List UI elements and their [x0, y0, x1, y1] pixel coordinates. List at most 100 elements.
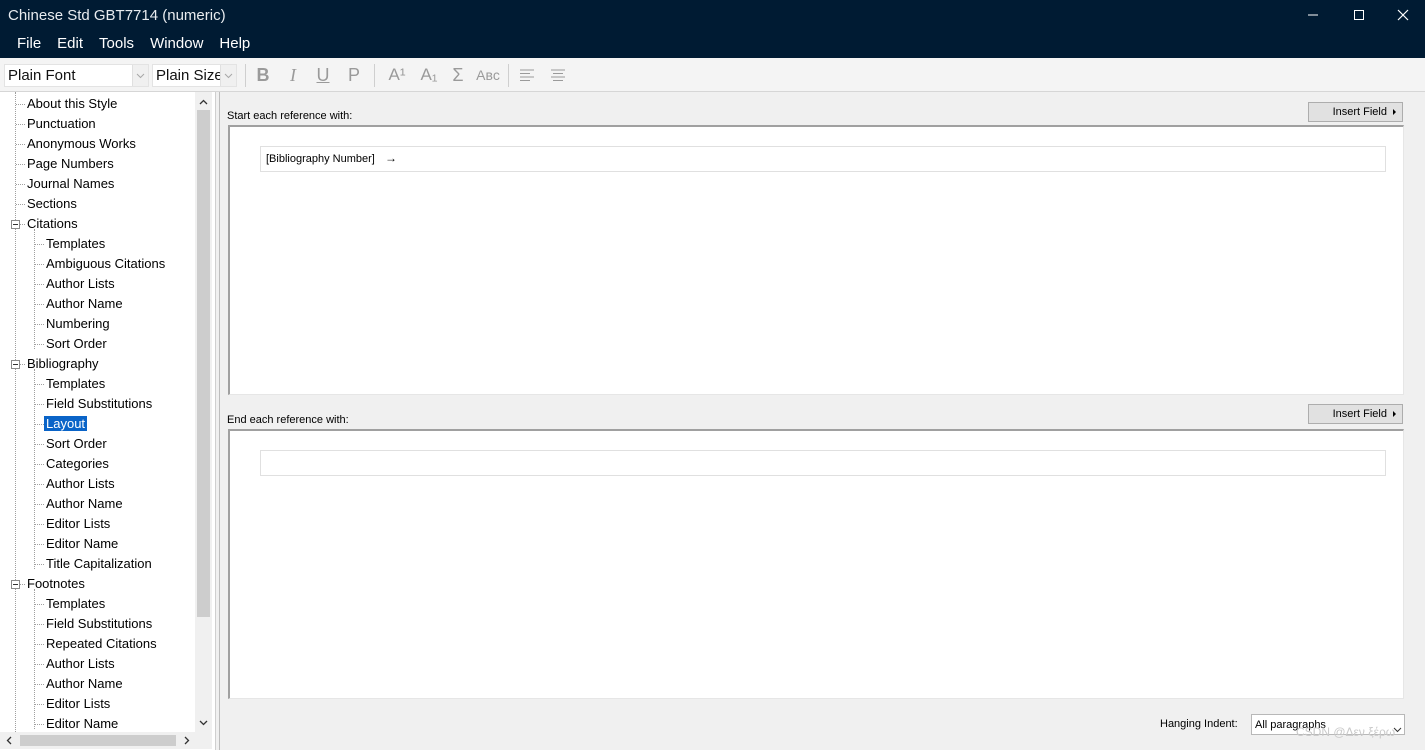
font-select-value: Plain Font	[8, 67, 76, 84]
window-title: Chinese Std GBT7714 (numeric)	[8, 7, 226, 24]
underline-button[interactable]: U	[314, 63, 332, 87]
tree-item-sort-order[interactable]: Sort Order	[46, 435, 107, 453]
tree-horizontal-scrollbar[interactable]	[0, 732, 212, 749]
minimize-icon	[1308, 14, 1318, 16]
tree-guide-line	[35, 624, 44, 625]
tree-item-title-capitalization[interactable]: Title Capitalization	[46, 555, 152, 573]
smallcaps-button[interactable]: Aʙᴄ	[474, 63, 502, 87]
tree-item-sections[interactable]: Sections	[27, 195, 77, 213]
tree-item-author-lists[interactable]: Author Lists	[46, 655, 115, 673]
plain-icon: P	[347, 64, 360, 85]
size-dropdown-button[interactable]	[220, 65, 236, 86]
superscript-button[interactable]: A¹	[385, 63, 409, 87]
tree-item-label: About this Style	[27, 96, 118, 111]
tree-item-label: Templates	[46, 376, 106, 391]
tree-item-label: Citations	[27, 216, 78, 231]
size-select[interactable]: Plain Size	[152, 64, 237, 87]
tree-item-citations[interactable]: Citations	[27, 215, 78, 233]
tree-guide-line	[35, 424, 44, 425]
tree-guide-line	[35, 444, 44, 445]
minimize-button[interactable]	[1290, 0, 1336, 30]
collapse-toggle-icon[interactable]	[11, 220, 20, 229]
tree-item-bibliography[interactable]: Bibliography	[27, 355, 99, 373]
tree-vertical-scrollbar[interactable]	[195, 92, 212, 732]
tree-item-sort-order[interactable]: Sort Order	[46, 335, 107, 353]
tree-item-footnotes[interactable]: Footnotes	[27, 575, 85, 593]
chevron-left-icon	[6, 736, 11, 745]
tree-guide-line	[35, 284, 44, 285]
subscript-button[interactable]: A₁	[417, 63, 441, 87]
tree-item-field-substitutions[interactable]: Field Substitutions	[46, 615, 152, 633]
menu-file[interactable]: File	[0, 32, 49, 56]
scroll-left-button[interactable]	[0, 732, 17, 749]
menu-edit[interactable]: Edit	[49, 32, 91, 56]
tree-guide-line	[35, 464, 44, 465]
align-left-icon	[520, 69, 534, 81]
tree-item-anonymous-works[interactable]: Anonymous Works	[27, 135, 136, 153]
menu-window[interactable]: Window	[142, 32, 211, 56]
tree-item-repeated-citations[interactable]: Repeated Citations	[46, 635, 157, 653]
font-select[interactable]: Plain Font	[4, 64, 149, 87]
tree-guide-line	[16, 204, 25, 205]
tree-guide-line	[16, 184, 25, 185]
close-button[interactable]	[1380, 0, 1425, 30]
collapse-toggle-icon[interactable]	[11, 360, 20, 369]
scroll-thumb[interactable]	[20, 735, 176, 746]
maximize-button[interactable]	[1336, 0, 1382, 30]
menu-help[interactable]: Help	[211, 32, 258, 56]
start-reference-label: Start each reference with:	[227, 110, 353, 122]
tree-item-page-numbers[interactable]: Page Numbers	[27, 155, 114, 173]
tree-item-templates[interactable]: Templates	[46, 595, 105, 613]
tree-item-author-lists[interactable]: Author Lists	[46, 275, 115, 293]
scroll-right-button[interactable]	[178, 732, 195, 749]
tree-guide-line	[35, 404, 44, 405]
tree-item-numbering[interactable]: Numbering	[46, 315, 110, 333]
plain-button[interactable]: P	[345, 63, 363, 87]
tree-item-punctuation[interactable]: Punctuation	[27, 115, 96, 133]
tree-item-editor-lists[interactable]: Editor Lists	[46, 515, 110, 533]
scroll-up-button[interactable]	[195, 93, 212, 110]
tree-item-label: Editor Lists	[46, 516, 111, 531]
tree-item-editor-name[interactable]: Editor Name	[46, 715, 118, 733]
format-toolbar: Plain Font Plain Size B I U P A¹ A₁ Σ Aʙ…	[0, 58, 1425, 92]
tree-item-templates[interactable]: Templates	[46, 375, 105, 393]
insert-field-button-start[interactable]: Insert Field	[1308, 102, 1403, 122]
tree-item-categories[interactable]: Categories	[46, 455, 109, 473]
tree-item-label: Author Lists	[46, 276, 115, 291]
align-left-button[interactable]	[517, 63, 537, 87]
hanging-indent-label: Hanging Indent:	[1160, 718, 1238, 730]
insert-field-button-end[interactable]: Insert Field	[1308, 404, 1403, 424]
tree-item-author-lists[interactable]: Author Lists	[46, 475, 115, 493]
tree-item-author-name[interactable]: Author Name	[46, 495, 123, 513]
start-reference-line[interactable]: [Bibliography Number] →	[260, 146, 1386, 172]
tree-item-label: Author Name	[46, 296, 123, 311]
tree-item-author-name[interactable]: Author Name	[46, 675, 123, 693]
scroll-thumb[interactable]	[197, 110, 210, 617]
align-center-button[interactable]	[548, 63, 568, 87]
symbol-button[interactable]: Σ	[448, 63, 468, 87]
start-reference-editor[interactable]: [Bibliography Number] →	[228, 125, 1404, 395]
tree-item-editor-lists[interactable]: Editor Lists	[46, 695, 110, 713]
tree-item-layout[interactable]: Layout	[44, 415, 88, 433]
collapse-toggle-icon[interactable]	[11, 580, 20, 589]
tree-item-author-name[interactable]: Author Name	[46, 295, 123, 313]
tree-item-label: Journal Names	[27, 176, 115, 191]
tree-guide-line	[35, 244, 44, 245]
tree-item-ambiguous-citations[interactable]: Ambiguous Citations	[46, 255, 165, 273]
tree-item-label: Author Lists	[46, 656, 115, 671]
end-reference-editor[interactable]	[228, 429, 1404, 699]
bibliography-number-field[interactable]: [Bibliography Number]	[266, 153, 375, 165]
italic-button[interactable]: I	[284, 63, 302, 87]
bold-button[interactable]: B	[254, 63, 272, 87]
subscript-icon: A₁	[420, 65, 438, 84]
tree-guide-line	[35, 704, 44, 705]
tree-item-templates[interactable]: Templates	[46, 235, 105, 253]
tree-item-field-substitutions[interactable]: Field Substitutions	[46, 395, 152, 413]
scroll-down-button[interactable]	[195, 714, 212, 731]
end-reference-line[interactable]	[260, 450, 1386, 476]
tree-item-editor-name[interactable]: Editor Name	[46, 535, 118, 553]
tree-item-journal-names[interactable]: Journal Names	[27, 175, 114, 193]
tree-item-about-this-style[interactable]: About this Style	[27, 95, 117, 113]
font-dropdown-button[interactable]	[132, 65, 148, 86]
menu-tools[interactable]: Tools	[91, 32, 142, 56]
